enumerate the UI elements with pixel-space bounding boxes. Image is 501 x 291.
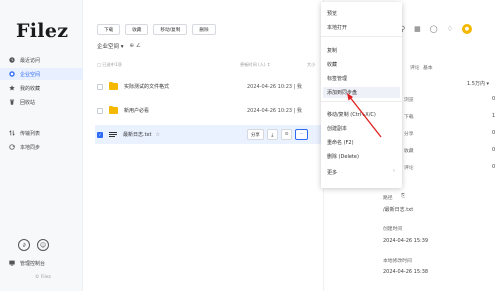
folder-icon — [109, 81, 118, 90]
user-icon[interactable]: ☺ — [37, 239, 49, 251]
menu-divider — [321, 36, 402, 37]
tab-comments[interactable]: 评论 — [410, 64, 420, 71]
row-name: 最新日志.txt — [123, 132, 152, 138]
copyright: © Filez — [35, 275, 51, 280]
console-icon — [9, 260, 15, 266]
sidebar-item-label: 本地同步 — [20, 144, 41, 151]
share-button[interactable]: 分享 — [247, 129, 264, 140]
header-selected[interactable]: □ 已选中1项 — [97, 62, 152, 68]
sidebar-item-sync[interactable]: 本地同步 — [0, 141, 83, 153]
manage-console-button[interactable]: 管理控制台 — [0, 257, 83, 269]
bell-icon[interactable]: ♢ — [447, 25, 453, 33]
breadcrumb-extra[interactable]: ⊕ ∠ — [130, 43, 141, 49]
folder-icon — [109, 105, 118, 114]
star-outline-icon[interactable]: ☆ — [155, 132, 159, 138]
row-checkbox[interactable] — [97, 83, 103, 90]
building-icon — [9, 71, 15, 77]
modified-label: 本地修改时间 — [383, 259, 412, 264]
created-label: 创建时间 — [383, 227, 403, 232]
menu-item-more[interactable]: 更多 — [327, 169, 337, 176]
breadcrumb-space[interactable]: 企业空间 ▾ — [97, 42, 124, 50]
delete-button[interactable]: 删除 — [192, 24, 216, 35]
sidebar-item-trash[interactable]: 回收站 — [0, 96, 83, 108]
sidebar-item-label: 回收站 — [20, 99, 36, 106]
row-date: 2024-04-26 10:23 | 我 — [247, 84, 302, 90]
document-icon — [109, 131, 117, 139]
move-copy-button[interactable]: 移动/复制 — [153, 24, 188, 35]
tab-basic[interactable]: 基本 — [423, 64, 433, 71]
list-item[interactable]: 新用户必看 2024-04-26 10:23 | 我 — [95, 101, 323, 120]
header-modified[interactable]: 更新时间 (人) ↕ — [240, 62, 270, 68]
menu-item-favorite[interactable]: 收藏 — [327, 61, 337, 68]
transfer-icon — [9, 130, 15, 136]
top-icons: ⚲ ▦ ◯ ♢ ● — [400, 24, 472, 34]
menu-item-duplicate[interactable]: 创建副本 — [327, 125, 347, 132]
download-button[interactable]: 下载 — [97, 24, 121, 35]
breadcrumb: 企业空间 ▾ ⊕ ∠ — [97, 42, 141, 50]
menu-item-delete[interactable]: 删除 (Delete) — [327, 153, 359, 160]
row-name: 实际测试的文件格式 — [124, 84, 170, 90]
manage-console-label: 管理控制台 — [20, 260, 46, 267]
menu-item-preview[interactable]: 预览 — [327, 10, 337, 17]
copy-icon[interactable]: ⎘ — [401, 193, 405, 199]
stat-label: 分享 — [404, 132, 414, 137]
list-header: □ 已选中1项 更新时间 (人) ↕ 大小 — [97, 60, 322, 70]
path-label: 路径 — [383, 196, 393, 201]
more-button[interactable]: ··· — [295, 129, 308, 140]
menu-item-open-local[interactable]: 本地打开 — [327, 24, 347, 31]
avatar[interactable]: ● — [461, 24, 472, 34]
sidebar: Filez 最近访问 企业空间 我的收藏 回收站 传输列表 本地同步 ∂ ☺ 管… — [0, 0, 83, 291]
row-date: 2024-04-26 10:23 | 我 — [247, 108, 302, 114]
stat-label: 浏览 — [404, 98, 414, 103]
menu-item-rename[interactable]: 重命名 (F2) — [327, 139, 354, 146]
stat-label: 下载 — [404, 115, 414, 120]
grid-icon[interactable]: ▦ — [414, 25, 421, 33]
menu-item-tags[interactable]: 标签管理 — [327, 75, 347, 82]
sidebar-item-label: 企业空间 — [20, 71, 41, 78]
view-icon[interactable]: ⊙ — [280, 129, 293, 140]
sidebar-item-recent[interactable]: 最近访问 — [0, 54, 83, 66]
chevron-right-icon: › — [393, 168, 395, 174]
app-logo: Filez — [16, 20, 69, 42]
link-icon[interactable]: ∂ — [18, 239, 30, 251]
modified-value: 2024-04-26 15:38 — [383, 269, 429, 275]
sidebar-item-enterprise[interactable]: 企业空间 — [0, 68, 83, 80]
sync-icon — [9, 144, 15, 150]
sidebar-item-label: 最近访问 — [20, 57, 41, 64]
sidebar-item-label: 我的收藏 — [20, 85, 41, 92]
version-select[interactable]: 1.5万内 ▾ — [467, 80, 489, 87]
toolbar: 下载 收藏 移动/复制 删除 — [97, 24, 216, 35]
row-actions: 分享 ⤓ ⊙ ··· — [247, 129, 308, 140]
star-icon — [9, 85, 15, 91]
list-item[interactable]: ✓ 最新日志.txt ☆ 分享 ⤓ ⊙ ··· — [95, 125, 323, 144]
stat-value: 0 — [492, 96, 496, 102]
sidebar-item-label: 传输列表 — [20, 130, 41, 137]
menu-item-copy[interactable]: 复制 — [327, 47, 337, 54]
stat-value: 0 — [492, 130, 496, 136]
stat-label: 评论 — [404, 166, 414, 171]
row-name: 新用户必看 — [124, 108, 150, 114]
stat-value: 1 — [492, 113, 496, 119]
stat-label: 收藏 — [404, 149, 414, 154]
sidebar-item-transfers[interactable]: 传输列表 — [0, 127, 83, 139]
header-size[interactable]: 大小 — [307, 62, 315, 68]
context-menu: 预览 本地打开 复制 收藏 标签管理 添加到同步盘 移动/复制 (Ctrl+X/… — [321, 2, 402, 188]
download-icon[interactable]: ⤓ — [266, 129, 278, 140]
list-item[interactable]: 实际测试的文件格式 2024-04-26 10:23 | 我 — [95, 77, 323, 96]
row-checkbox[interactable] — [97, 107, 103, 114]
menu-divider — [321, 101, 402, 102]
trash-icon — [9, 99, 15, 105]
menu-item-add-sync[interactable]: 添加到同步盘 — [323, 87, 400, 98]
stat-value: 0 — [492, 147, 496, 153]
path-value: /最新日志.txt — [383, 207, 414, 213]
favorite-button[interactable]: 收藏 — [125, 24, 149, 35]
clock-icon — [9, 57, 15, 63]
cube-icon[interactable]: ◯ — [430, 25, 438, 33]
created-value: 2024-04-26 15:39 — [383, 238, 429, 244]
menu-item-move-copy[interactable]: 移动/复制 (Ctrl+X/C) — [327, 111, 376, 118]
sidebar-item-favorites[interactable]: 我的收藏 — [0, 82, 83, 94]
stat-value: 0 — [492, 164, 496, 170]
row-checkbox[interactable]: ✓ — [97, 131, 103, 138]
